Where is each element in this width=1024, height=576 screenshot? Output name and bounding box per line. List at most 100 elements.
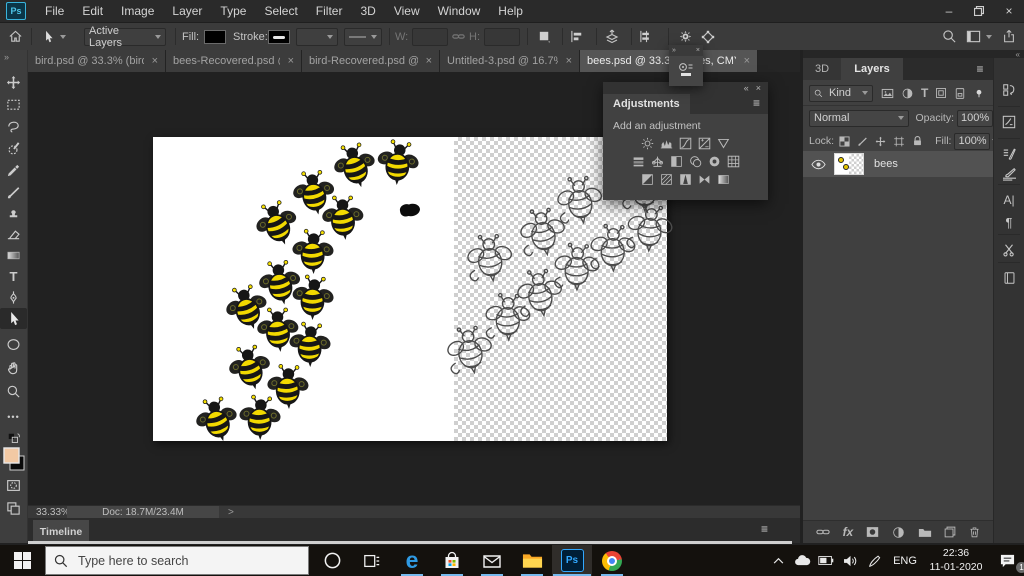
- photoshop-logo-icon[interactable]: Ps: [6, 2, 26, 20]
- doc-tab-bird[interactable]: bird.psd @ 33.3% (bird, ... ×: [28, 50, 166, 72]
- clock[interactable]: 22:36 11-01-2020: [922, 547, 990, 573]
- layer-filter-kind-dropdown[interactable]: Kind: [809, 85, 873, 102]
- layer-row-bees[interactable]: bees: [803, 151, 993, 177]
- quick-mask-icon[interactable]: [0, 475, 27, 496]
- new-layer-icon[interactable]: [944, 526, 956, 538]
- pen-tool[interactable]: [0, 287, 27, 308]
- width-field[interactable]: [412, 23, 448, 50]
- tray-expand-icon[interactable]: [766, 545, 790, 576]
- store-button[interactable]: [432, 545, 472, 576]
- language-indicator[interactable]: ENG: [888, 555, 922, 567]
- marquee-tool[interactable]: [0, 94, 27, 115]
- brightness-contrast-icon[interactable]: [641, 137, 654, 150]
- edge-button[interactable]: e: [392, 545, 432, 576]
- lock-pixels-icon[interactable]: [857, 136, 868, 147]
- history-icon[interactable]: [994, 78, 1024, 102]
- menu-view[interactable]: View: [385, 0, 429, 22]
- height-field[interactable]: [484, 23, 520, 50]
- adjustments-menu-icon[interactable]: ≡: [753, 96, 760, 110]
- brushes-icon[interactable]: [994, 162, 1024, 186]
- menu-help[interactable]: Help: [489, 0, 532, 22]
- gradient-tool[interactable]: [0, 245, 27, 266]
- gradient-map-icon[interactable]: [698, 173, 711, 186]
- properties-fx-icon[interactable]: [994, 110, 1024, 134]
- new-group-icon[interactable]: [918, 527, 932, 538]
- threshold-icon[interactable]: [679, 173, 692, 186]
- doc-tab-bird-recovered[interactable]: bird-Recovered.psd @ 33... ×: [302, 50, 440, 72]
- link-dimensions-icon[interactable]: [452, 23, 465, 50]
- invert-icon[interactable]: [641, 173, 654, 186]
- vibrance-icon[interactable]: [717, 137, 730, 150]
- toolbar-collapse-icon[interactable]: »: [0, 50, 27, 64]
- fill-value[interactable]: 100%: [954, 133, 990, 150]
- menu-window[interactable]: Window: [429, 0, 490, 22]
- panel-collapse-icon[interactable]: «: [744, 83, 749, 93]
- search-icon[interactable]: [942, 23, 957, 50]
- tab-close-icon[interactable]: ×: [152, 55, 158, 67]
- action-center-button[interactable]: 1: [990, 545, 1024, 576]
- menu-edit[interactable]: Edit: [73, 0, 112, 22]
- menu-3d[interactable]: 3D: [351, 0, 384, 22]
- filter-type-layers-icon[interactable]: T: [921, 86, 928, 100]
- doc-tab-bees-recovered[interactable]: bees-Recovered.psd @ 3... ×: [166, 50, 302, 72]
- lock-transparency-icon[interactable]: [839, 136, 850, 147]
- chrome-button[interactable]: [592, 545, 632, 576]
- lock-all-icon[interactable]: [912, 135, 923, 147]
- tab-close-icon[interactable]: ×: [288, 55, 294, 67]
- photo-filter-icon[interactable]: [689, 155, 702, 168]
- quick-selection-tool[interactable]: [0, 138, 27, 159]
- menu-select[interactable]: Select: [255, 0, 306, 22]
- tab-close-icon[interactable]: ×: [566, 55, 572, 67]
- edit-toolbar-icon[interactable]: •••: [0, 406, 27, 427]
- restore-button[interactable]: [964, 0, 994, 22]
- layer-style-fx-icon[interactable]: fx: [843, 525, 854, 539]
- black-white-icon[interactable]: [670, 155, 683, 168]
- current-tool-icon[interactable]: [42, 23, 66, 50]
- doc-tab-untitled3[interactable]: Untitled-3.psd @ 16.7% (... ×: [440, 50, 580, 72]
- selective-color-icon[interactable]: [717, 173, 730, 186]
- mini-panel-expand-icon[interactable]: »: [672, 47, 676, 54]
- share-icon[interactable]: [1002, 23, 1016, 50]
- collapsed-panel-icon[interactable]: [669, 56, 703, 84]
- zoom-tool[interactable]: [0, 381, 27, 402]
- menu-type[interactable]: Type: [211, 0, 255, 22]
- path-distribute-button[interactable]: [639, 23, 654, 50]
- stroke-swatch[interactable]: [268, 23, 290, 50]
- filter-adjustment-layers-icon[interactable]: [901, 87, 914, 100]
- shape-tool[interactable]: [0, 334, 27, 355]
- move-tool[interactable]: [0, 72, 27, 93]
- fill-swatch[interactable]: [204, 23, 226, 50]
- character-panel-icon[interactable]: A|: [994, 188, 1024, 212]
- new-adjustment-layer-icon[interactable]: [892, 526, 905, 539]
- tab-3d[interactable]: 3D: [803, 58, 841, 80]
- tab-layers[interactable]: Layers: [841, 58, 903, 80]
- path-arrangement-button[interactable]: [604, 23, 620, 50]
- eraser-tool[interactable]: [0, 224, 27, 245]
- layer-visibility-eye-icon[interactable]: [811, 159, 826, 170]
- lock-artboard-icon[interactable]: [893, 136, 905, 147]
- home-icon[interactable]: [8, 23, 23, 50]
- timeline-menu-icon[interactable]: ≡: [761, 522, 768, 536]
- taskbar-search[interactable]: [45, 546, 309, 575]
- status-chevron-icon[interactable]: >: [228, 507, 234, 518]
- zoom-level[interactable]: 33.33%: [36, 507, 70, 518]
- stroke-width-dropdown[interactable]: [296, 23, 338, 50]
- task-view-button[interactable]: [352, 545, 392, 576]
- menu-file[interactable]: File: [36, 0, 73, 22]
- hand-tool[interactable]: [0, 358, 27, 379]
- lasso-tool[interactable]: [0, 116, 27, 137]
- filter-pixel-layers-icon[interactable]: [881, 87, 894, 100]
- search-input[interactable]: [76, 553, 290, 569]
- path-operations-button[interactable]: [537, 23, 552, 50]
- battery-icon[interactable]: [814, 545, 838, 576]
- tab-adjustments[interactable]: Adjustments: [603, 94, 690, 114]
- path-alignment-button[interactable]: [570, 23, 585, 50]
- minimize-button[interactable]: –: [934, 0, 964, 22]
- tab-timeline[interactable]: Timeline: [33, 520, 89, 543]
- panel-close-icon[interactable]: ×: [756, 83, 761, 93]
- curves-icon[interactable]: [679, 137, 692, 150]
- path-selection-tool[interactable]: [0, 308, 27, 329]
- clone-stamp-tool[interactable]: [0, 203, 27, 224]
- paragraph-panel-icon[interactable]: ¶: [994, 210, 1024, 234]
- brush-tool[interactable]: [0, 182, 27, 203]
